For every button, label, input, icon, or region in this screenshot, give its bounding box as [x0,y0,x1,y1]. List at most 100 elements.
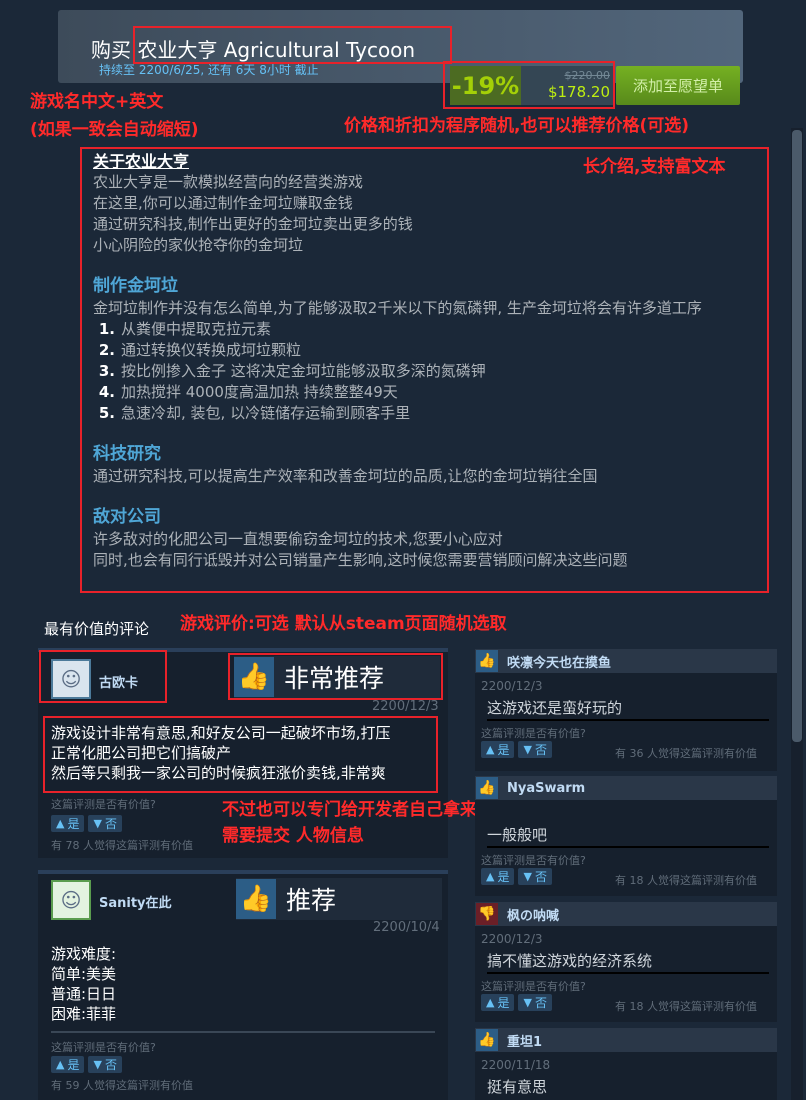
sale-countdown: 持续至 2200/6/25, 还有 6天 8小时 截止 [99,63,319,77]
divider [487,846,769,848]
game-description: 关于农业大亨 农业大亨是一款模拟经营向的经营类游戏 在这里,你可以通过制作金坷垃… [93,151,763,571]
vote-yes-button[interactable]: ▲ 是 [481,741,515,758]
reviewer-name[interactable]: NyaSwarm [507,781,585,796]
thumbs-up-icon: 👍 [476,1029,498,1051]
list-item: 5. 急速冷却, 装包, 以冷链储存运输到顾客手里 [98,404,411,422]
helpful-count: 有 18 人觉得这篇评测有价值 [615,1000,757,1013]
intro-line: 农业大亨是一款模拟经营向的经营类游戏 [93,173,364,191]
thumbs-down-icon: ▼ [93,817,102,830]
vote-yes-button[interactable]: ▲ 是 [51,815,85,832]
vote-buttons: ▲ 是 ▼ 否 [481,994,552,1011]
section-text-rivals: 同时,也会有同行诋毁并对公司销量产生影响,这时候您需要营销顾问解决这些问题 [93,551,628,569]
section-title-craft: 制作金坷垃 [93,276,178,296]
purchase-title: 购买 农业大亨 Agricultural Tycoon [91,38,416,62]
thumbs-up-icon: 👍 [476,777,498,799]
reviewer-name[interactable]: 古欧卡 [99,672,138,691]
review-text: 一般般吧 [487,826,548,844]
list-item: 1. 从粪便中提取克拉元素 [98,320,272,338]
vote-no-button[interactable]: ▼ 否 [518,741,552,758]
review-date: 2200/11/18 [481,1058,551,1072]
review-date: 2200/10/4 [373,920,440,935]
vote-buttons: ▲ 是 ▼ 否 [51,1056,122,1073]
vote-no-button[interactable]: ▼ 否 [518,994,552,1011]
avatar[interactable]: ☺ [51,659,91,699]
intro-line: 通过研究科技,制作出更好的金坷垃卖出更多的钱 [93,215,413,233]
annotation-price: 价格和折扣为程序随机,也可以推荐价格(可选) [344,116,689,136]
scrollbar-thumb[interactable] [792,130,802,742]
helpful-question: 这篇评测是否有价值? [51,1041,156,1054]
review-card: 👍 NyaSwarm 一般般吧 这篇评测是否有价值? ▲ 是 ▼ 否 有 18 人觉… [475,776,777,896]
craft-steps: 1. 从粪便中提取克拉元素 2. 通过转换仪转换成坷垃颗粒 3. 按比例掺入金子 这将… [93,319,763,424]
thumbs-up-icon: ▲ [486,996,495,1009]
final-price: $178.20 [547,83,610,101]
thumbs-up-icon: ▲ [56,1058,65,1071]
list-item: 2. 通过转换仪转换成坷垃颗粒 [98,341,302,359]
vote-no-button[interactable]: ▼ 否 [88,815,122,832]
thumbs-up-icon: 👍 [236,879,276,919]
divider [487,972,769,974]
section-title-tech: 科技研究 [93,444,161,464]
thumbs-up-icon: 👍 [234,657,274,697]
reviews-heading: 最有价值的评论 [44,620,150,638]
helpful-count: 有 59 人觉得这篇评测有价值 [51,1079,193,1092]
review-date: 2200/12/3 [481,932,543,946]
intro-line: 在这里,你可以通过制作金坷垃赚取金钱 [93,194,353,212]
annotation-dev-review: 不过也可以专门给开发者自己拿来整活 [222,800,511,820]
thumbs-down-icon: 👎 [476,903,498,925]
add-to-wishlist-button[interactable]: 添加至愿望单 [616,66,740,105]
section-text-rivals: 许多敌对的化肥公司一直想要偷窃金坷垃的技术,您要小心应对 [93,530,503,548]
review-text: 搞不懂这游戏的经济系统 [487,952,653,970]
thumbs-down-icon: ▼ [93,1058,102,1071]
reviewer-name[interactable]: 重坦1 [507,1031,542,1050]
divider [487,719,769,721]
review-text: 这游戏还是蛮好玩的 [487,699,623,717]
list-item: 3. 按比例掺入金子 这将决定金坷垃能够汲取多深的氮磷钾 [98,362,486,380]
vote-no-button[interactable]: ▼ 否 [88,1056,122,1073]
verdict-label: 非常推荐 [284,664,385,693]
recommendation: 👍 推荐 [236,878,442,920]
thumbs-up-icon: ▲ [486,870,495,883]
helpful-question: 这篇评测是否有价值? [481,727,586,740]
reviewer-name[interactable]: 枫の呐喊 [507,905,559,924]
section-title-rivals: 敌对公司 [93,507,161,527]
thumbs-up-icon: ▲ [56,817,65,830]
vote-buttons: ▲ 是 ▼ 否 [481,868,552,885]
description-title: 关于农业大亨 [93,152,190,171]
original-price: $220.00 [564,69,611,82]
review-text: 游戏难度: 简单:美美 普通:日日 困难:菲菲 [51,945,117,1023]
recommendation: 👍 非常推荐 [234,656,440,698]
annotation-reviews: 游戏评价:可选 默认从steam页面随机选取 [180,614,507,634]
thumbs-down-icon: ▼ [523,996,532,1009]
section-text-craft: 金坷垃制作并没有怎么简单,为了能够汲取2千米以下的氮磷钾, 生产金坷垃将会有许多… [93,299,702,317]
review-date: 2200/12/3 [481,679,543,693]
review-card: 👎 枫の呐喊 2200/12/3 搞不懂这游戏的经济系统 这篇评测是否有价值? … [475,902,777,1022]
vote-yes-button[interactable]: ▲ 是 [481,994,515,1011]
helpful-question: 这篇评测是否有价值? [481,854,586,867]
thumbs-up-icon: ▲ [486,743,495,756]
vote-no-button[interactable]: ▼ 否 [518,868,552,885]
price-values: $220.00 $178.20 [521,66,614,105]
review-date: 2200/12/3 [372,699,439,714]
vote-buttons: ▲ 是 ▼ 否 [481,741,552,758]
reviewer-name[interactable]: Sanity在此 [99,892,172,911]
annotation-name-sub: (如果一致会自动缩短) [30,120,199,140]
helpful-count: 有 36 人觉得这篇评测有价值 [615,747,757,760]
review-text: 挺有意思 [487,1078,548,1096]
verdict-label: 推荐 [286,886,337,915]
helpful-question: 这篇评测是否有价值? [51,798,156,811]
annotation-dev-review-sub: 需要提交 人物信息 [222,826,364,846]
review-card: 👍 重坦1 2200/11/18 挺有意思 [475,1028,777,1100]
helpful-question: 这篇评测是否有价值? [481,980,586,993]
vote-yes-button[interactable]: ▲ 是 [481,868,515,885]
annotation-name: 游戏名中文+英文 [30,92,164,112]
vote-buttons: ▲ 是 ▼ 否 [51,815,122,832]
divider [51,1031,435,1033]
avatar[interactable]: ☺ [51,880,91,920]
thumbs-down-icon: ▼ [523,743,532,756]
vote-yes-button[interactable]: ▲ 是 [51,1056,85,1073]
review-text: 游戏设计非常有意思,和好友公司一起破坏市场,打压 正常化肥公司把它们搞破产 然后… [51,724,391,782]
intro-line: 小心阴险的家伙抢夺你的金坷垃 [93,236,304,254]
thumbs-down-icon: ▼ [523,870,532,883]
helpful-count: 有 18 人觉得这篇评测有价值 [615,874,757,887]
reviewer-name[interactable]: 咲凛今天也在摸鱼 [507,652,611,671]
